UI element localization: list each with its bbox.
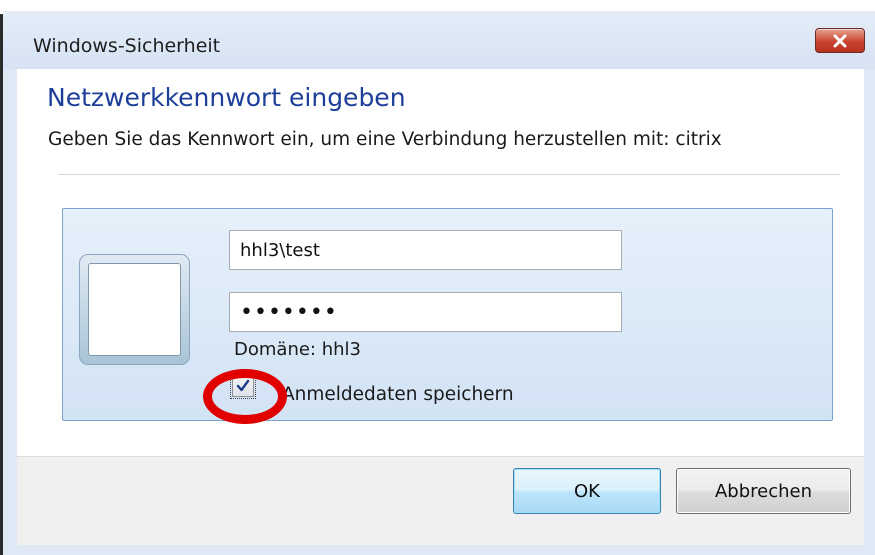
cancel-button[interactable]: Abbrechen: [676, 468, 851, 514]
title-bar[interactable]: Windows-Sicherheit: [3, 11, 875, 69]
user-tile-icon: [79, 254, 190, 365]
screenshot-frame: Windows-Sicherheit Netzwerkkennwort eing…: [0, 0, 875, 555]
separator: [58, 174, 840, 175]
remember-credentials-checkbox[interactable]: [230, 373, 256, 399]
dialog-heading: Netzwerkkennwort eingeben: [47, 83, 406, 112]
window-title: Windows-Sicherheit: [33, 35, 221, 57]
ok-button[interactable]: OK: [513, 468, 661, 514]
close-button[interactable]: [815, 28, 865, 53]
dialog-description: Geben Sie das Kennwort ein, um eine Verb…: [48, 129, 722, 150]
checkmark-icon: [236, 379, 250, 392]
username-input[interactable]: [229, 230, 622, 270]
close-x-icon: [833, 34, 847, 47]
domain-label: Domäne: hhl3: [234, 339, 361, 360]
user-picture-placeholder: [88, 263, 181, 356]
password-input[interactable]: [229, 292, 622, 332]
remember-credentials-label[interactable]: Anmeldedaten speichern: [282, 384, 514, 405]
